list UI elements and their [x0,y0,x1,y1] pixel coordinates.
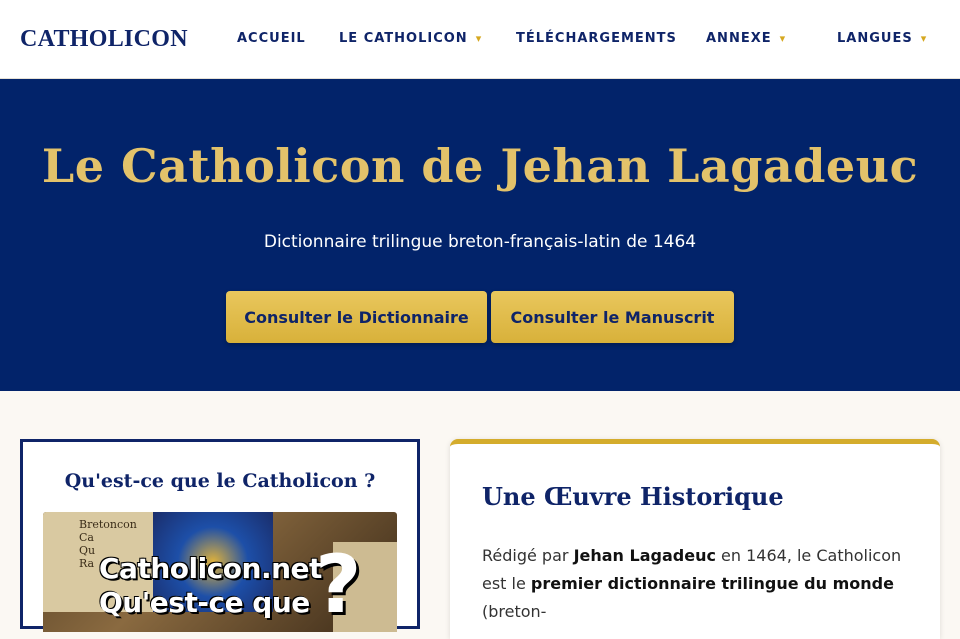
site-logo[interactable]: CATHOLICON [20,26,188,53]
paragraph-text-3: (breton- [482,602,547,621]
chevron-down-icon: ▾ [779,32,787,45]
consult-manuscript-button[interactable]: Consulter le Manuscrit [491,291,734,343]
nav-le-catholicon[interactable]: LE CATHOLICON ▾ [339,31,482,46]
site-header: CATHOLICON ACCUEIL LE CATHOLICON ▾ TÉLÉC… [0,0,960,79]
nav-telechargements-label: TÉLÉCHARGEMENTS [516,31,677,46]
paragraph-text-1: Rédigé par [482,546,574,565]
history-card-paragraph: Rédigé par Jehan Lagadeuc en 1464, le Ca… [482,542,922,626]
consult-dictionary-button[interactable]: Consulter le Dictionnaire [226,291,487,343]
intro-card: Qu'est-ce que le Catholicon ? Bretoncon … [20,439,420,632]
history-card: Une Œuvre Historique Rédigé par Jehan La… [450,439,940,639]
nav-langues[interactable]: LANGUES ▾ [837,31,927,46]
intro-card-title: Qu'est-ce que le Catholicon ? [64,470,376,492]
question-mark-glyph: ? [315,538,362,631]
history-card-title: Une Œuvre Historique [482,482,784,511]
hero-title: Le Catholicon de Jehan Lagadeuc [41,139,919,193]
video-thumbnail[interactable]: Bretoncon Ca Qu Ra Catholicon.net Qu'est… [43,512,397,632]
author-name: Jehan Lagadeuc [573,546,716,565]
nav-langues-label: LANGUES [837,31,913,46]
video-caption-line2: Qu'est-ce que [99,586,310,619]
hero-subtitle: Dictionnaire trilingue breton-français-l… [263,232,697,252]
chevron-down-icon: ▾ [920,32,928,45]
video-caption-line1: Catholicon.net [99,552,322,585]
hero-section: Le Catholicon de Jehan Lagadeuc Dictionn… [0,79,960,391]
nav-annexe[interactable]: ANNEXE ▾ [706,31,786,46]
nav-annexe-label: ANNEXE [706,31,772,46]
paragraph-highlight: premier dictionnaire trilingue du monde [530,574,894,593]
nav-telechargements[interactable]: TÉLÉCHARGEMENTS [516,31,677,46]
chevron-down-icon: ▾ [475,32,483,45]
nav-accueil[interactable]: ACCUEIL [237,31,306,46]
nav-le-catholicon-label: LE CATHOLICON [339,31,468,46]
nav-accueil-label: ACCUEIL [237,31,306,46]
